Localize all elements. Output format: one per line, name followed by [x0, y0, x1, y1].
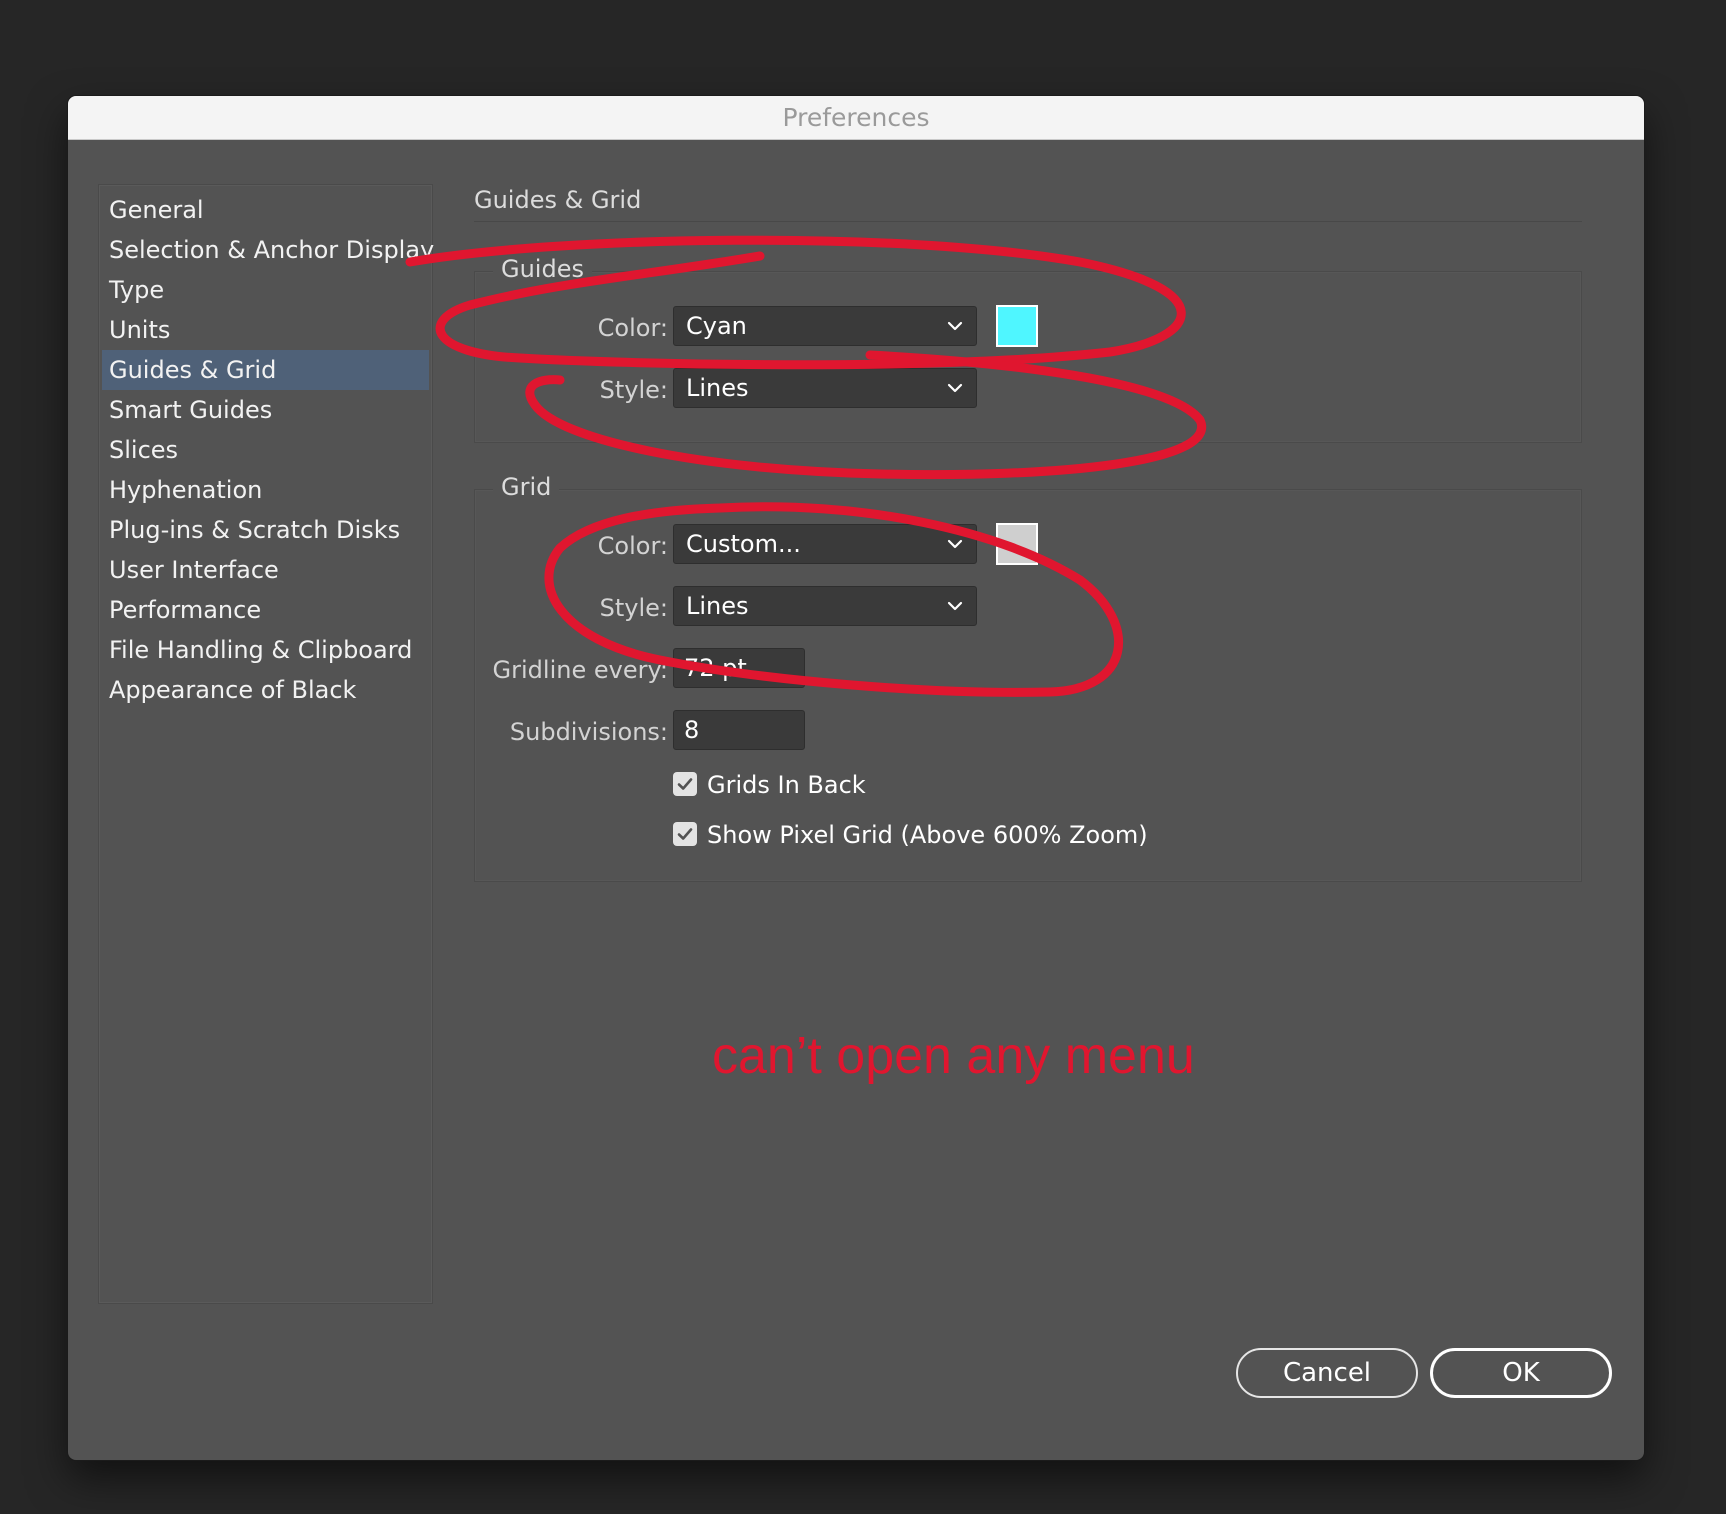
guides-color-label: Color: [597, 314, 668, 342]
sidebar-item-user-interface[interactable]: User Interface [102, 550, 429, 590]
show-pixel-grid-label: Show Pixel Grid (Above 600% Zoom) [707, 821, 1148, 849]
sidebar-item-slices[interactable]: Slices [102, 430, 429, 470]
sidebar-item-appearance-of-black[interactable]: Appearance of Black [102, 670, 429, 710]
show-pixel-grid-check[interactable] [673, 822, 697, 846]
show-pixel-grid-checkbox[interactable]: Show Pixel Grid (Above 600% Zoom) [673, 820, 1148, 850]
grid-color-value: Custom... [686, 530, 801, 558]
sidebar-item-smart-guides[interactable]: Smart Guides [102, 390, 429, 430]
grid-color-label: Color: [597, 532, 668, 560]
sidebar-item-general[interactable]: General [102, 190, 429, 230]
guides-legend: Guides [493, 255, 592, 283]
guides-color-swatch[interactable] [996, 305, 1038, 347]
guides-style-value: Lines [686, 374, 749, 402]
grid-color-swatch[interactable] [996, 523, 1038, 565]
sidebar-item-plugins-scratch-disks[interactable]: Plug-ins & Scratch Disks [102, 510, 429, 550]
sidebar-item-file-handling-clipboard[interactable]: File Handling & Clipboard [102, 630, 429, 670]
cancel-button[interactable]: Cancel [1236, 1348, 1418, 1398]
chevron-down-icon [947, 601, 963, 611]
guides-group: Guides Color: Cyan Style: Lines [474, 255, 1582, 443]
ok-button[interactable]: OK [1430, 1348, 1612, 1398]
grids-in-back-label: Grids In Back [707, 771, 866, 799]
subdivisions-input[interactable]: 8 [673, 710, 805, 750]
grid-style-value: Lines [686, 592, 749, 620]
grid-legend: Grid [493, 473, 560, 501]
panel-title: Guides & Grid [474, 186, 642, 214]
chevron-down-icon [947, 383, 963, 393]
guides-style-label: Style: [599, 376, 668, 404]
grids-in-back-checkbox[interactable]: Grids In Back [673, 770, 893, 800]
grid-style-dropdown[interactable]: Lines [673, 586, 977, 626]
sidebar-item-selection-anchor-display[interactable]: Selection & Anchor Display [102, 230, 434, 270]
checkmark-icon [677, 828, 693, 840]
sidebar-item-performance[interactable]: Performance [102, 590, 429, 630]
panel-title-divider [474, 221, 1582, 222]
chevron-down-icon [947, 321, 963, 331]
sidebar-item-units[interactable]: Units [102, 310, 429, 350]
chevron-down-icon [947, 539, 963, 549]
guides-color-dropdown[interactable]: Cyan [673, 306, 977, 346]
guides-color-value: Cyan [686, 312, 747, 340]
sidebar-item-hyphenation[interactable]: Hyphenation [102, 470, 429, 510]
window-title: Preferences [68, 96, 1644, 140]
gridline-every-input[interactable]: 72 pt [673, 648, 805, 688]
sidebar-item-type[interactable]: Type [102, 270, 429, 310]
sidebar-item-guides-grid[interactable]: Guides & Grid [102, 350, 429, 390]
grid-style-label: Style: [599, 594, 668, 622]
grid-group: Grid Color: Custom... Style: Lines Gridl… [474, 473, 1582, 882]
grids-in-back-check[interactable] [673, 772, 697, 796]
subdivisions-label: Subdivisions: [509, 718, 668, 746]
guides-style-dropdown[interactable]: Lines [673, 368, 977, 408]
annotation-text: can’t open any menu [712, 1027, 1195, 1085]
checkmark-icon [677, 778, 693, 790]
preferences-dialog: Preferences General Selection & Anchor D… [68, 96, 1644, 1460]
preferences-sidebar: General Selection & Anchor Display Type … [98, 184, 434, 1304]
gridline-every-label: Gridline every: [492, 656, 668, 684]
grid-color-dropdown[interactable]: Custom... [673, 524, 977, 564]
